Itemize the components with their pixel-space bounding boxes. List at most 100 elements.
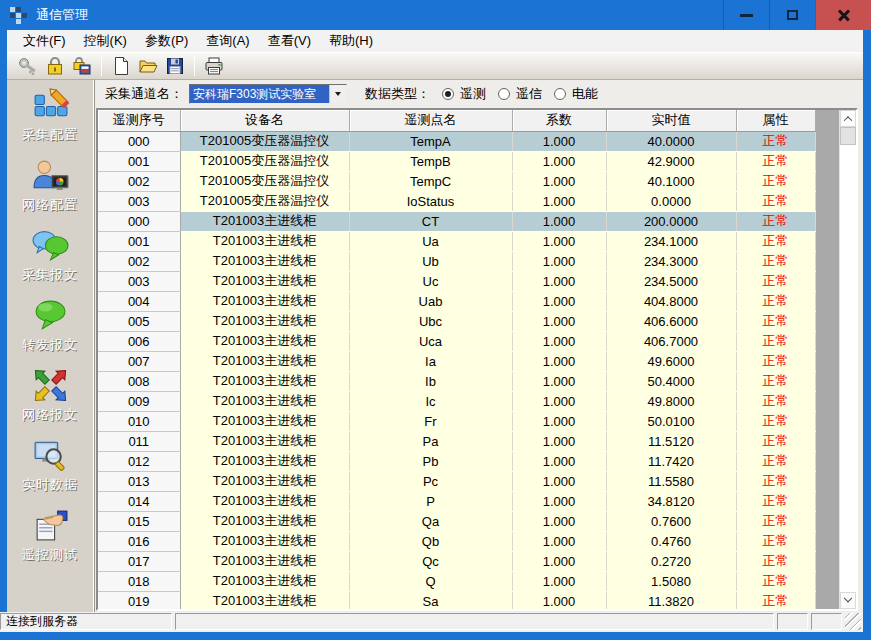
window-bottom-border <box>0 632 871 640</box>
window-title: 通信管理 <box>36 6 88 24</box>
open-file-button[interactable] <box>137 55 159 77</box>
table-row[interactable]: 003 T201003主进线柜 Uc 1.000 234.5000 正常 <box>98 271 815 291</box>
table-row[interactable]: 008 T201003主进线柜 Ib 1.000 50.4000 正常 <box>98 371 815 391</box>
menu-params[interactable]: 参数(P) <box>136 30 197 52</box>
combobox-dropdown-button[interactable] <box>329 85 346 103</box>
sidebar: 采集配置 网络配置 <box>7 80 94 612</box>
status-panel <box>811 613 842 630</box>
resize-grip[interactable] <box>845 613 861 630</box>
radio-icon <box>498 88 510 100</box>
menu-view[interactable]: 查看(V) <box>259 30 320 52</box>
table-header-row: 遥测序号 设备名 遥测点名 系数 实时值 属性 <box>98 110 815 131</box>
dropdown-arrow-icon <box>335 92 341 96</box>
table-row[interactable]: 000 T201005变压器温控仪 TempA 1.000 40.0000 正常 <box>98 131 815 151</box>
table-row[interactable]: 015 T201003主进线柜 Qa 1.000 0.7600 正常 <box>98 511 815 531</box>
app-icon <box>9 6 28 25</box>
table-row[interactable]: 016 T201003主进线柜 Qb 1.000 0.4760 正常 <box>98 531 815 551</box>
menu-bar: 文件(F) 控制(K) 参数(P) 查询(A) 查看(V) 帮助(H) <box>7 30 863 52</box>
close-button[interactable] <box>815 0 871 30</box>
radio-telemetry[interactable]: 遥测 <box>442 85 486 103</box>
save-file-button[interactable] <box>164 55 186 77</box>
permission-icon <box>72 56 92 76</box>
channel-value: 安科瑞F303测试实验室 <box>190 85 329 103</box>
chevron-up-icon <box>844 116 852 124</box>
new-file-button[interactable] <box>110 55 132 77</box>
channel-label: 采集通道名： <box>105 85 183 103</box>
scroll-down-button[interactable] <box>840 592 856 609</box>
toolbar-separator <box>194 56 195 76</box>
table-row[interactable]: 013 T201003主进线柜 Pc 1.000 11.5580 正常 <box>98 471 815 491</box>
col-header-value[interactable]: 实时值 <box>606 110 736 131</box>
col-header-point[interactable]: 遥测点名 <box>349 110 512 131</box>
radio-signal[interactable]: 遥信 <box>498 85 542 103</box>
table-row[interactable]: 011 T201003主进线柜 Pa 1.000 11.5120 正常 <box>98 431 815 451</box>
toolbar <box>7 52 863 80</box>
col-header-coef[interactable]: 系数 <box>512 110 606 131</box>
permission-button[interactable] <box>71 55 93 77</box>
lock-icon <box>45 56 65 76</box>
menu-file[interactable]: 文件(F) <box>14 30 75 52</box>
col-header-index[interactable]: 遥测序号 <box>98 110 180 131</box>
status-message-panel: 连接到服务器 <box>0 613 172 630</box>
table-row[interactable]: 000 T201003主进线柜 CT 1.000 200.0000 正常 <box>98 211 815 231</box>
sidebar-item-network-message[interactable]: 网络报文 <box>7 360 93 430</box>
minimize-button[interactable] <box>723 0 769 30</box>
new-file-icon <box>111 56 131 76</box>
capture-message-icon <box>30 227 71 264</box>
table-row[interactable]: 006 T201003主进线柜 Uca 1.000 406.7000 正常 <box>98 331 815 351</box>
print-button[interactable] <box>203 55 225 77</box>
key-icon <box>18 56 38 76</box>
close-icon <box>837 8 851 22</box>
menu-query[interactable]: 查询(A) <box>197 30 258 52</box>
sidebar-item-forward-message[interactable]: 转发报文 <box>7 290 93 360</box>
title-bar: 通信管理 <box>0 0 871 30</box>
radio-energy[interactable]: 电能 <box>554 85 598 103</box>
scroll-up-button[interactable] <box>840 110 856 127</box>
window-frame: 文件(F) 控制(K) 参数(P) 查询(A) 查看(V) 帮助(H) <box>0 30 871 612</box>
table-row[interactable]: 001 T201003主进线柜 Ua 1.000 234.1000 正常 <box>98 231 815 251</box>
table-row[interactable]: 017 T201003主进线柜 Qc 1.000 0.2720 正常 <box>98 551 815 571</box>
maximize-button[interactable] <box>769 0 815 30</box>
table-row[interactable]: 007 T201003主进线柜 Ia 1.000 49.6000 正常 <box>98 351 815 371</box>
menu-control[interactable]: 控制(K) <box>75 30 136 52</box>
table-row[interactable]: 009 T201003主进线柜 Ic 1.000 49.8000 正常 <box>98 391 815 411</box>
toolbar-separator <box>101 56 102 76</box>
chevron-down-icon <box>844 593 852 601</box>
status-bar: 连接到服务器 <box>0 612 871 632</box>
table-row[interactable]: 005 T201003主进线柜 Ubc 1.000 406.6000 正常 <box>98 311 815 331</box>
status-panel <box>175 613 774 630</box>
table-row[interactable]: 001 T201005变压器温控仪 TempB 1.000 42.9000 正常 <box>98 151 815 171</box>
table-row[interactable]: 002 T201005变压器温控仪 TempC 1.000 40.1000 正常 <box>98 171 815 191</box>
table-row[interactable]: 019 T201003主进线柜 Sa 1.000 11.3820 正常 <box>98 591 815 609</box>
col-header-attr[interactable]: 属性 <box>736 110 815 131</box>
sidebar-item-capture-message[interactable]: 采集报文 <box>7 220 93 290</box>
data-type-label: 数据类型： <box>365 85 430 103</box>
lock-button[interactable] <box>44 55 66 77</box>
sidebar-item-network-config[interactable]: 网络配置 <box>7 150 93 220</box>
key-button[interactable] <box>17 55 39 77</box>
col-header-device[interactable]: 设备名 <box>180 110 349 131</box>
realtime-data-icon <box>30 437 71 474</box>
table-row[interactable]: 003 T201005变压器温控仪 IoStatus 1.000 0.0000 … <box>98 191 815 211</box>
scrollbar-thumb[interactable] <box>840 127 856 145</box>
network-message-icon <box>30 367 71 404</box>
forward-message-icon <box>30 297 71 334</box>
channel-combobox[interactable]: 安科瑞F303测试实验室 <box>189 84 347 104</box>
radio-icon <box>442 88 454 100</box>
table-row[interactable]: 018 T201003主进线柜 Q 1.000 1.5080 正常 <box>98 571 815 591</box>
vertical-scrollbar[interactable] <box>839 110 856 609</box>
sidebar-item-capture-config[interactable]: 采集配置 <box>7 80 93 150</box>
main-panel: 采集通道名： 安科瑞F303测试实验室 数据类型： 遥测 遥信 电能 <box>94 80 863 612</box>
sidebar-item-remote-test[interactable]: 遥控测试 <box>7 500 93 570</box>
open-file-icon <box>138 56 158 76</box>
table-row[interactable]: 014 T201003主进线柜 P 1.000 34.8120 正常 <box>98 491 815 511</box>
table-row[interactable]: 004 T201003主进线柜 Uab 1.000 404.8000 正常 <box>98 291 815 311</box>
table-row[interactable]: 002 T201003主进线柜 Ub 1.000 234.3000 正常 <box>98 251 815 271</box>
table-row[interactable]: 012 T201003主进线柜 Pb 1.000 11.7420 正常 <box>98 451 815 471</box>
sidebar-item-realtime-data[interactable]: 实时数据 <box>7 430 93 500</box>
radio-icon <box>554 88 566 100</box>
maximize-icon <box>787 10 798 20</box>
table-row[interactable]: 010 T201003主进线柜 Fr 1.000 50.0100 正常 <box>98 411 815 431</box>
menu-help[interactable]: 帮助(H) <box>320 30 382 52</box>
data-grid: 遥测序号 设备名 遥测点名 系数 实时值 属性 000 T201005变压器温控… <box>96 108 858 611</box>
